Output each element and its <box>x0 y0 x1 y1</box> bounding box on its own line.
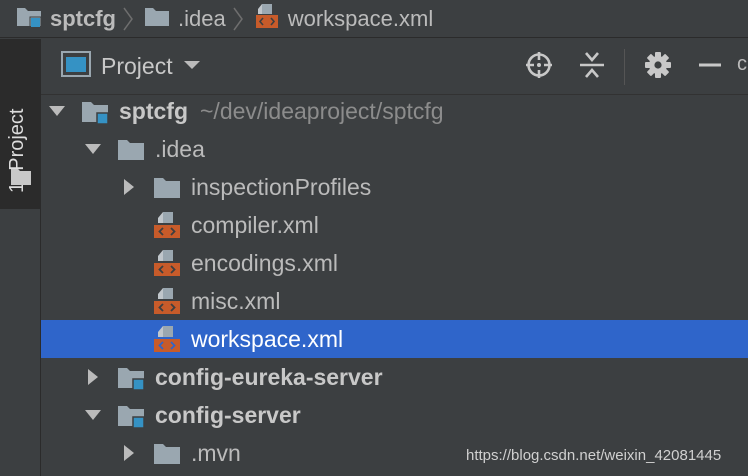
tree-label: inspectionProfiles <box>191 173 372 200</box>
tree-label: workspace.xml <box>191 325 344 352</box>
project-stripe-button[interactable]: 1: Project <box>0 39 40 209</box>
collapsed-arrow-icon[interactable] <box>83 358 103 396</box>
gear-icon <box>644 51 672 84</box>
collapsed-arrow-icon[interactable] <box>119 434 139 472</box>
tree-row-compiler-xml[interactable]: compiler.xml <box>41 206 748 244</box>
watermark: https://blog.csdn.net/weixin_42081445 <box>466 447 722 464</box>
view-title: Project <box>101 53 173 79</box>
folder-icon <box>144 4 170 34</box>
project-view-icon <box>61 51 91 82</box>
folder-icon <box>11 167 31 190</box>
breadcrumb-item-idea[interactable]: .idea <box>144 0 226 38</box>
folder-icon <box>153 441 181 465</box>
chevron-down-icon <box>183 58 201 76</box>
module-folder-icon <box>117 364 145 390</box>
xml-file-icon <box>254 3 280 35</box>
collapsed-arrow-icon[interactable] <box>119 168 139 206</box>
toolbar-divider <box>624 49 625 85</box>
chevron-right-icon <box>123 7 133 30</box>
folder-icon <box>117 137 145 161</box>
tree-label: config-eureka-server <box>155 363 383 390</box>
tree-label: .mvn <box>191 439 241 466</box>
breadcrumb-item-sptcfg[interactable]: sptcfg <box>16 0 116 38</box>
module-folder-icon <box>16 4 42 34</box>
crosshair-icon <box>525 51 553 84</box>
project-tree: sptcfg ~/dev/ideaproject/sptcfg .idea in… <box>41 92 748 476</box>
tree-row-config-eureka-server[interactable]: config-eureka-server <box>41 358 748 396</box>
collapse-all-icon <box>578 51 606 84</box>
tool-window-stripe: 1: Project <box>0 39 41 476</box>
tree-row-idea[interactable]: .idea <box>41 130 748 168</box>
tree-row-workspace-xml[interactable]: workspace.xml <box>41 320 748 358</box>
tree-row-misc-xml[interactable]: misc.xml <box>41 282 748 320</box>
tree-label: config-server <box>155 401 301 428</box>
breadcrumb-label: sptcfg <box>50 5 116 31</box>
tree-label: misc.xml <box>191 287 281 314</box>
tree-row-sptcfg[interactable]: sptcfg ~/dev/ideaproject/sptcfg <box>41 92 748 130</box>
chevron-right-icon <box>233 7 243 30</box>
breadcrumb-label: workspace.xml <box>287 5 434 31</box>
minimize-icon <box>696 51 724 84</box>
expanded-arrow-icon[interactable] <box>47 92 67 130</box>
expanded-arrow-icon[interactable] <box>83 130 103 168</box>
xml-file-icon <box>153 249 181 277</box>
tree-label: .idea <box>155 135 205 162</box>
expanded-arrow-icon[interactable] <box>83 396 103 434</box>
xml-file-icon <box>153 325 181 353</box>
xml-file-icon <box>153 287 181 315</box>
tree-label: compiler.xml <box>191 211 319 238</box>
settings-button[interactable] <box>642 51 674 83</box>
clipped-edge-text: c <box>737 53 747 75</box>
locate-file-button[interactable] <box>523 51 555 83</box>
tree-path-hint: ~/dev/ideaproject/sptcfg <box>200 97 444 124</box>
tree-label: encodings.xml <box>191 249 339 276</box>
folder-icon <box>153 175 181 199</box>
tree-label: sptcfg <box>119 97 188 124</box>
hide-panel-button[interactable] <box>694 51 726 83</box>
breadcrumb-item-workspace[interactable]: workspace.xml <box>254 0 433 38</box>
breadcrumb-label: .idea <box>178 5 226 31</box>
tree-row-inspection-profiles[interactable]: inspectionProfiles <box>41 168 748 206</box>
collapse-all-button[interactable] <box>576 51 608 83</box>
tree-row-encodings-xml[interactable]: encodings.xml <box>41 244 748 282</box>
breadcrumb: sptcfg .idea workspace.xml <box>0 0 748 38</box>
xml-file-icon <box>153 211 181 239</box>
module-folder-icon <box>81 98 109 124</box>
module-folder-icon <box>117 402 145 428</box>
tree-row-config-server[interactable]: config-server <box>41 396 748 434</box>
view-selector-dropdown[interactable]: Project <box>61 47 201 87</box>
project-panel-header: Project c <box>41 39 748 95</box>
